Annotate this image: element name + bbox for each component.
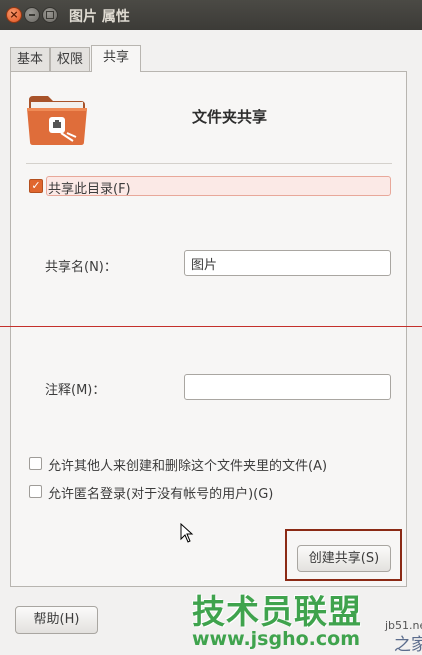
- help-button[interactable]: 帮助(H): [15, 606, 98, 634]
- watermark: 技术员联盟 www.jsgho.com jb51.net 之家: [192, 585, 422, 655]
- tab-share[interactable]: 共享: [91, 45, 141, 72]
- watermark-url: www.jsgho.com: [192, 628, 360, 650]
- share-checkbox[interactable]: ✓: [29, 179, 43, 193]
- allow-others-checkbox[interactable]: [29, 457, 42, 470]
- close-window-icon[interactable]: ×: [6, 7, 22, 23]
- mouse-pointer-icon: [180, 523, 194, 543]
- comment-input[interactable]: [184, 374, 391, 400]
- share-panel: [10, 71, 407, 587]
- allow-guest-checkbox[interactable]: [29, 485, 42, 498]
- maximize-window-icon[interactable]: [42, 7, 58, 23]
- folder-share-icon: [27, 96, 87, 145]
- annotation-line: [0, 326, 422, 327]
- share-checkbox-label[interactable]: 共享此目录(F): [48, 178, 131, 197]
- share-header-title: 文件夹共享: [192, 108, 268, 126]
- allow-guest-label[interactable]: 允许匿名登录(对于没有帐号的用户)(G): [48, 483, 273, 502]
- tab-basic[interactable]: 基本: [10, 47, 50, 71]
- watermark-suffix: 之家: [394, 635, 422, 655]
- tab-permissions[interactable]: 权限: [50, 47, 90, 71]
- header-divider: [26, 163, 392, 164]
- title-bar: × 图片 属性: [0, 0, 422, 30]
- comment-label: 注释(M)：: [45, 383, 106, 398]
- watermark-logo-text: 技术员联盟: [192, 592, 362, 631]
- create-share-button[interactable]: 创建共享(S): [297, 545, 391, 572]
- share-name-label: 共享名(N)：: [45, 260, 117, 275]
- minimize-window-icon[interactable]: [24, 7, 40, 23]
- allow-others-label[interactable]: 允许其他人来创建和删除这个文件夹里的文件(A): [48, 455, 327, 474]
- window-title: 图片 属性: [69, 9, 130, 25]
- share-name-input[interactable]: [184, 250, 391, 276]
